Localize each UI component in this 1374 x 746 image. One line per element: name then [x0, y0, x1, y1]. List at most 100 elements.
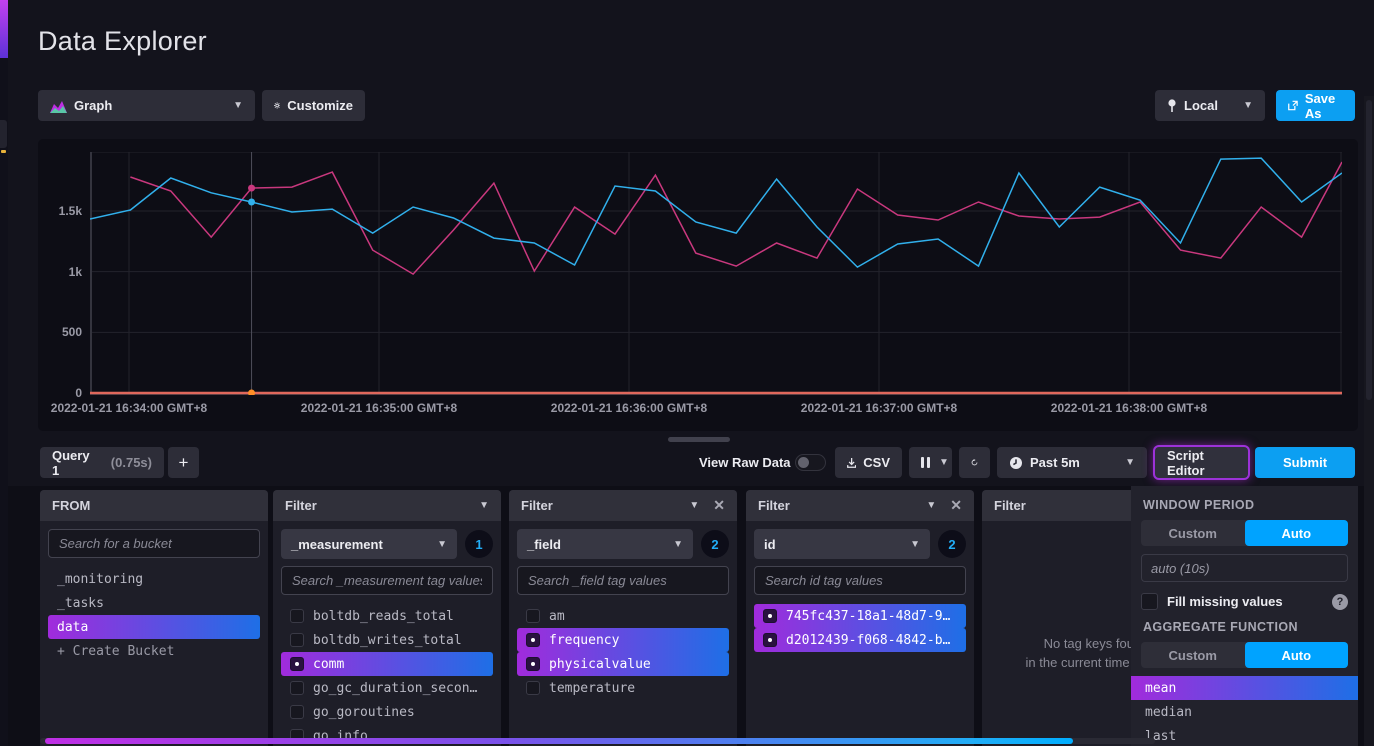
tag-value-item[interactable]: go_goroutines [281, 700, 493, 724]
bucket-item[interactable]: data [48, 615, 260, 639]
page-scrollbar-thumb[interactable] [1366, 100, 1372, 400]
tag-value-search-input[interactable] [517, 566, 729, 595]
line-chart[interactable] [90, 152, 1342, 395]
tag-value-item[interactable]: boltdb_reads_total [281, 604, 493, 628]
query-tab[interactable]: Query 1 (0.75s) [40, 447, 164, 478]
refresh-button[interactable] [959, 447, 990, 478]
tag-key-dropdown[interactable]: _field ▼ [517, 529, 693, 559]
y-tick-label: 0 [38, 386, 82, 400]
tag-value-item[interactable]: temperature [517, 676, 729, 700]
auto-option[interactable]: Auto [1245, 520, 1349, 546]
view-raw-data-toggle[interactable] [795, 454, 826, 471]
refresh-icon [971, 455, 978, 470]
x-tick-label: 2022-01-21 16:38:00 GMT+8 [1014, 401, 1244, 415]
selected-count-badge: 2 [938, 530, 966, 558]
tag-value-item[interactable]: physicalvalue [517, 652, 729, 676]
checkbox[interactable] [763, 633, 777, 647]
list-item-label: go_goroutines [313, 705, 415, 720]
tag-value-item[interactable]: am [517, 604, 729, 628]
chevron-down-icon: ▼ [939, 457, 949, 468]
from-card: FROM _monitoring_tasksdata+ Create Bucke… [40, 490, 268, 746]
help-icon[interactable]: ? [1332, 594, 1348, 610]
customize-button[interactable]: Customize [262, 90, 365, 121]
download-icon [847, 456, 856, 470]
checkbox[interactable] [290, 633, 304, 647]
tag-value-search-input[interactable] [281, 566, 493, 595]
tag-value-item[interactable]: d2012439-f068-4842-bfef-8… [754, 628, 966, 652]
save-as-button[interactable]: Save As [1276, 90, 1355, 121]
tag-value-item[interactable]: 745fc437-18a1-48d7-98a6-7… [754, 604, 966, 628]
tag-key-label: _field [527, 537, 561, 552]
local-label: Local [1184, 98, 1218, 113]
aggregate-function-item[interactable]: last [1131, 724, 1358, 746]
fill-missing-checkbox[interactable] [1141, 593, 1158, 610]
chevron-down-icon: ▼ [1243, 100, 1253, 111]
query-builder: FROM _monitoring_tasksdata+ Create Bucke… [8, 486, 1374, 746]
aggregate-function-item[interactable]: median [1131, 700, 1358, 724]
csv-download-button[interactable]: CSV [835, 447, 902, 478]
bucket-item[interactable]: _tasks [48, 591, 260, 615]
nav-rail-item[interactable] [0, 120, 7, 148]
tag-value-item[interactable]: boltdb_writes_total [281, 628, 493, 652]
view-type-dropdown[interactable]: Graph ▼ [38, 90, 255, 121]
checkbox[interactable] [526, 633, 540, 647]
close-icon[interactable]: ✕ [950, 497, 962, 514]
filter-card-title: Filter [285, 498, 317, 513]
query-options-panel: WINDOW PERIOD Custom Auto Fill missing v… [1131, 486, 1358, 746]
chevron-down-icon: ▼ [437, 539, 447, 550]
script-editor-button[interactable]: Script Editor [1155, 447, 1248, 478]
custom-option[interactable]: Custom [1141, 520, 1245, 546]
list-item-label: boltdb_writes_total [313, 633, 462, 648]
window-period-input[interactable] [1141, 554, 1348, 582]
crosshair-dot [248, 199, 255, 206]
window-period-toggle[interactable]: Custom Auto [1141, 520, 1348, 546]
list-item-label: frequency [549, 633, 619, 648]
bucket-search-input[interactable] [48, 529, 260, 558]
chevron-down-icon[interactable]: ▼ [479, 500, 489, 511]
pause-button[interactable]: ▼ [909, 447, 952, 478]
checkbox[interactable] [290, 681, 304, 695]
list-item-label: d2012439-f068-4842-bfef-8… [786, 633, 957, 648]
checkbox[interactable] [526, 657, 540, 671]
aggregate-function-item[interactable]: mean [1131, 676, 1358, 700]
checkbox[interactable] [526, 681, 540, 695]
chart-canvas[interactable] [90, 152, 1342, 395]
tag-value-search-input[interactable] [754, 566, 966, 595]
auto-option[interactable]: Auto [1245, 642, 1349, 668]
time-range-dropdown[interactable]: Past 5m ▼ [997, 447, 1147, 478]
nav-rail[interactable] [0, 0, 8, 746]
y-tick-label: 500 [38, 325, 82, 339]
tag-value-item[interactable]: frequency [517, 628, 729, 652]
tag-value-item[interactable]: comm [281, 652, 493, 676]
tag-key-label: id [764, 537, 776, 552]
add-query-button[interactable]: + [168, 447, 199, 478]
filter-card-title: Filter [521, 498, 553, 513]
builder-scrollbar-thumb[interactable] [45, 738, 1073, 744]
tag-value-item[interactable]: go_gc_duration_seconds [281, 676, 493, 700]
close-icon[interactable]: ✕ [713, 497, 725, 514]
custom-option[interactable]: Custom [1141, 642, 1245, 668]
y-tick-label: 1.5k [38, 204, 82, 218]
bucket-item[interactable]: _monitoring [48, 567, 260, 591]
checkbox[interactable] [290, 657, 304, 671]
customize-label: Customize [287, 98, 353, 113]
checkbox[interactable] [763, 609, 777, 623]
create-bucket-button[interactable]: + Create Bucket [48, 639, 260, 663]
tag-key-dropdown[interactable]: _measurement ▼ [281, 529, 457, 559]
chevron-down-icon[interactable]: ▼ [689, 500, 699, 511]
area-chart-icon [50, 99, 67, 113]
chevron-down-icon[interactable]: ▼ [926, 500, 936, 511]
tag-key-dropdown[interactable]: id ▼ [754, 529, 930, 559]
influxdb-logo[interactable] [0, 0, 8, 58]
chart-scrollbar-thumb[interactable] [668, 437, 730, 442]
checkbox[interactable] [526, 609, 540, 623]
filter-card-measurement: Filter ▼ _measurement ▼ 1 boltdb_reads_t… [273, 490, 501, 746]
checkbox[interactable] [290, 609, 304, 623]
local-dropdown[interactable]: Local ▼ [1155, 90, 1265, 121]
list-item-label: 745fc437-18a1-48d7-98a6-7… [786, 609, 957, 624]
aggregate-toggle[interactable]: Custom Auto [1141, 642, 1348, 668]
checkbox[interactable] [290, 705, 304, 719]
submit-button[interactable]: Submit [1255, 447, 1355, 478]
gear-icon [274, 98, 280, 113]
list-item-label: data [57, 620, 88, 635]
